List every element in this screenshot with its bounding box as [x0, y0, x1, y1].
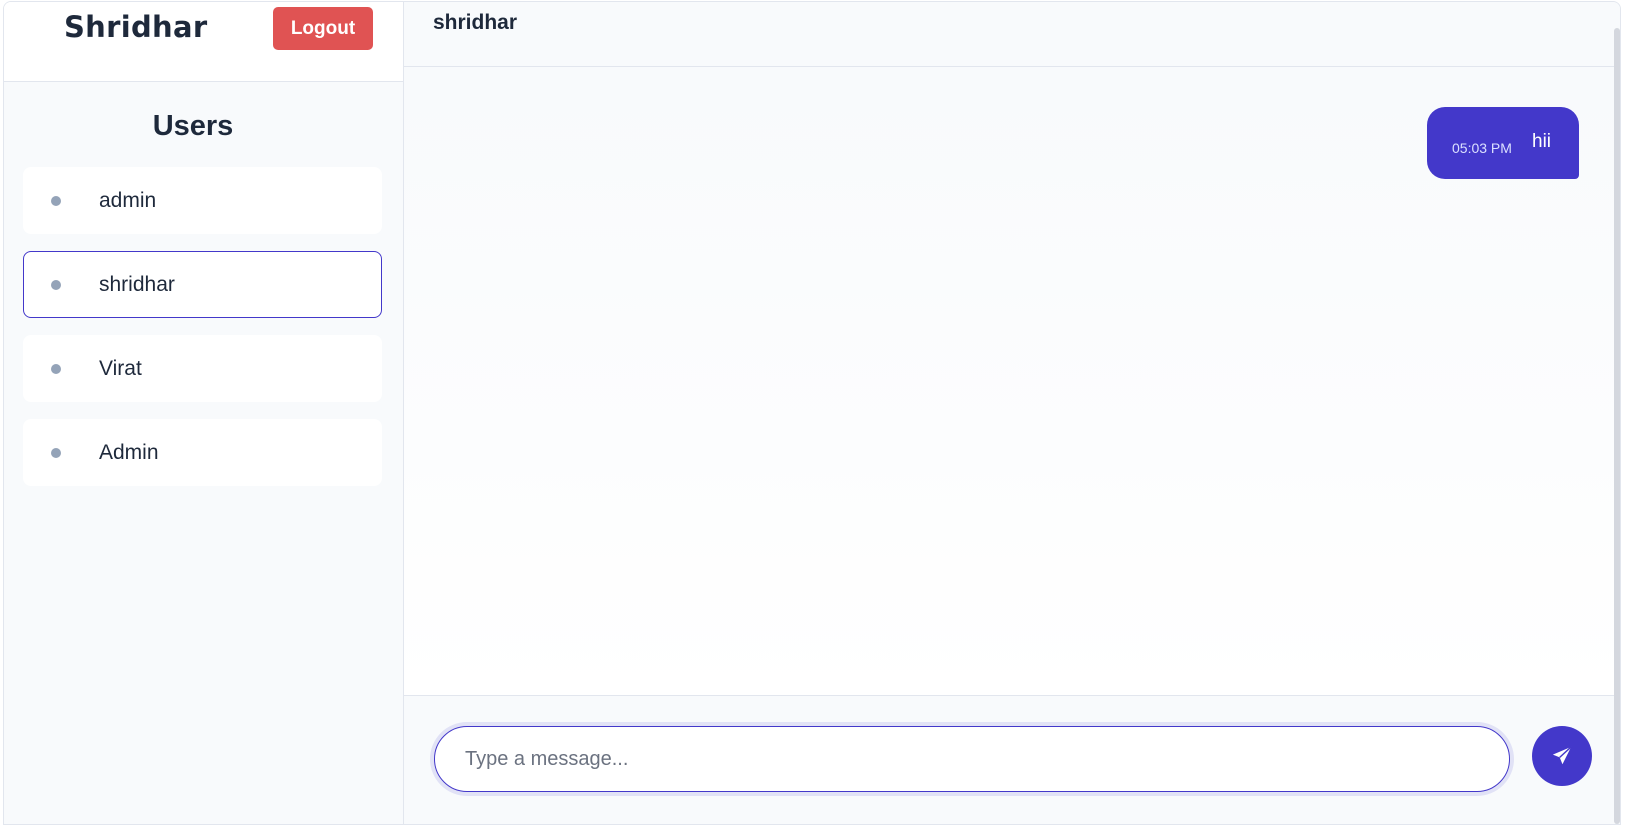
send-button[interactable] — [1532, 726, 1592, 786]
logout-button[interactable]: Logout — [273, 7, 373, 50]
chat-app: Shridhar Logout Users admin shridhar Vir… — [3, 1, 1621, 825]
user-list: admin shridhar Virat Admin — [23, 167, 382, 503]
message-composer — [404, 695, 1620, 824]
status-dot — [51, 448, 61, 458]
chat-header-title: shridhar — [433, 11, 518, 34]
sidebar: Shridhar Logout Users admin shridhar Vir… — [4, 2, 404, 824]
brand-bar: Shridhar Logout — [4, 2, 403, 82]
message-input[interactable] — [434, 726, 1510, 792]
chat-header: shridhar — [404, 2, 1620, 67]
message-time: 05:03 PM — [1452, 140, 1512, 156]
users-heading: Users — [152, 110, 234, 142]
user-item-virat[interactable]: Virat — [23, 335, 382, 402]
brand-title: Shridhar — [64, 10, 208, 44]
scrollbar[interactable] — [1614, 28, 1620, 824]
user-item-admin[interactable]: admin — [23, 167, 382, 234]
status-dot — [51, 196, 61, 206]
status-dot — [51, 364, 61, 374]
status-dot — [51, 280, 61, 290]
user-item-shridhar[interactable]: shridhar — [23, 251, 382, 318]
message-text: hii — [1532, 131, 1552, 152]
chat-panel: shridhar 05:03 PM hii — [404, 2, 1620, 824]
user-name: shridhar — [99, 273, 175, 296]
user-item-admin-2[interactable]: Admin — [23, 419, 382, 486]
paper-plane-icon — [1552, 746, 1572, 765]
message-list[interactable]: 05:03 PM hii — [404, 67, 1620, 695]
message-bubble-outgoing: 05:03 PM hii — [1427, 107, 1579, 179]
user-name: admin — [99, 189, 157, 212]
user-name: Virat — [99, 357, 142, 380]
user-name: Admin — [99, 441, 159, 464]
